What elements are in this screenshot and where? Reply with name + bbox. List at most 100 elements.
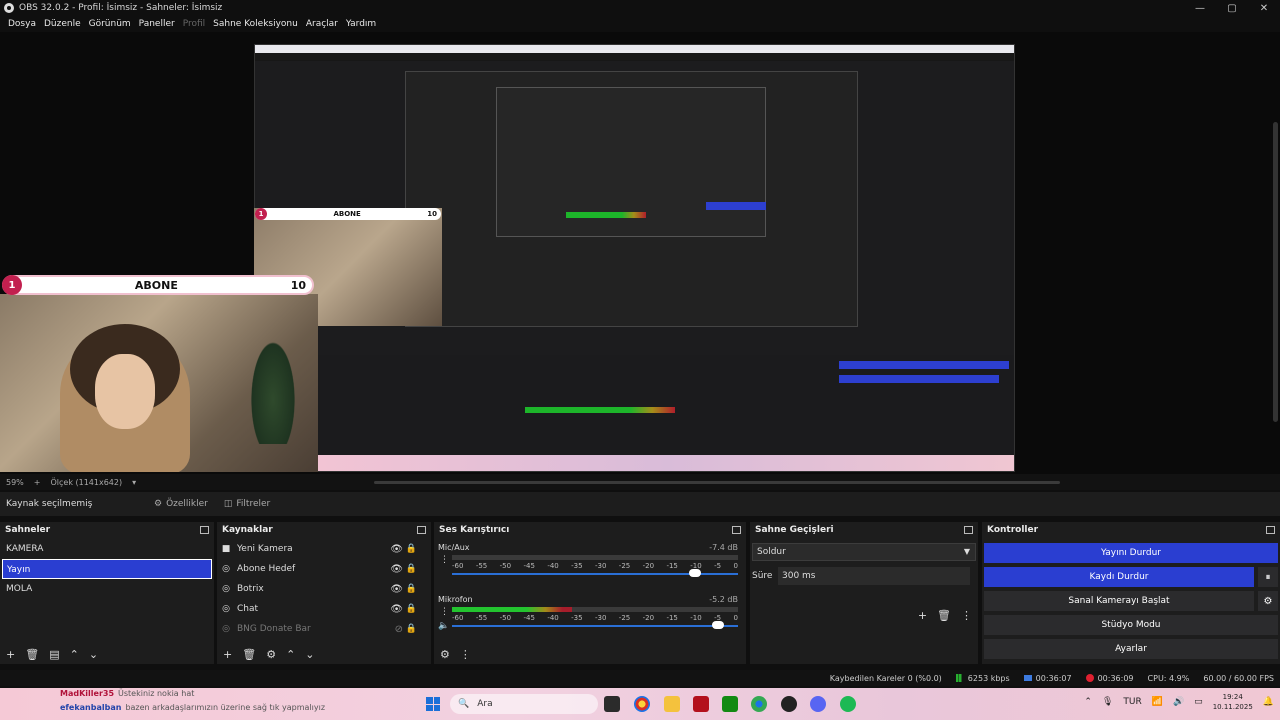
subscriber-goal-label: ABONE — [134, 278, 178, 292]
lock-icon[interactable]: 🔒 — [406, 604, 417, 614]
remove-source-icon[interactable]: 🗑 — [242, 648, 256, 661]
language-indicator[interactable]: TUR — [1123, 697, 1141, 707]
undock-icon[interactable] — [1266, 526, 1275, 534]
volume-knob[interactable] — [689, 569, 702, 577]
add-scene-icon[interactable]: + — [6, 648, 15, 661]
menu-scene-collection[interactable]: Sahne Koleksiyonu — [209, 19, 302, 29]
task-view-icon[interactable] — [604, 696, 620, 712]
visibility-eye-icon[interactable]: 👁 — [390, 584, 403, 595]
source-item-yeni-kamera[interactable]: ■ Yeni Kamera 👁 🔒 — [217, 539, 431, 559]
channel-menu-icon[interactable]: ⋮ — [440, 607, 449, 617]
obs-taskbar-icon[interactable] — [781, 696, 797, 712]
xbox-icon[interactable] — [722, 696, 738, 712]
pause-recording-icon[interactable]: ⏸ — [1258, 567, 1278, 587]
source-item-botrix[interactable]: ◎ Botrix 👁 🔒 — [217, 579, 431, 599]
start-virtual-camera-button[interactable]: Sanal Kamerayı Başlat — [984, 591, 1254, 611]
transition-menu-icon[interactable]: ⋮ — [961, 609, 972, 622]
virtual-camera-settings-icon[interactable]: ⚙ — [1258, 591, 1278, 611]
stop-stream-button[interactable]: Yayını Durdur — [984, 543, 1278, 563]
controls-title: Kontroller — [987, 525, 1039, 535]
microphone-icon[interactable]: 🎙 — [1102, 697, 1113, 707]
zoom-level[interactable]: 59% — [6, 478, 24, 487]
filters-button[interactable]: ◫ Filtreler — [216, 494, 278, 514]
source-item-bng-donate-bar[interactable]: ◎ BNG Donate Bar ⊘ 🔒 — [217, 619, 431, 639]
volume-icon[interactable]: 🔊 — [1173, 697, 1184, 707]
discord-icon[interactable] — [810, 696, 826, 712]
menu-profile[interactable]: Profil — [179, 19, 209, 29]
mixer-settings-icon[interactable]: ⚙ — [440, 648, 450, 661]
transition-select[interactable]: Soldur ▼ — [752, 543, 976, 561]
menu-view[interactable]: Görünüm — [85, 19, 135, 29]
file-explorer-icon[interactable] — [664, 696, 680, 712]
undock-icon[interactable] — [200, 526, 209, 534]
lock-icon[interactable]: 🔒 — [406, 624, 417, 634]
menu-edit[interactable]: Düzenle — [40, 19, 85, 29]
volume-slider[interactable] — [452, 569, 738, 577]
preview-canvas[interactable]: 1 ABONE 10 1 ABONE 10 — [0, 32, 1280, 474]
scene-item-kamera[interactable]: KAMERA — [0, 539, 214, 559]
remove-scene-icon[interactable]: 🗑 — [25, 648, 39, 661]
preview-vertical-scrollbar[interactable] — [1273, 122, 1278, 422]
signal-icon — [955, 674, 964, 682]
volume-knob[interactable] — [711, 621, 724, 629]
duration-label: Süre — [752, 571, 773, 581]
scale-dropdown-icon[interactable]: ▾ — [132, 478, 136, 487]
lock-icon[interactable]: 🔒 — [406, 564, 417, 574]
mixer-menu-icon[interactable]: ⋮ — [460, 648, 471, 661]
clock[interactable]: 19:24 10.11.2025 — [1213, 692, 1253, 712]
move-up-icon[interactable]: ⌃ — [70, 648, 79, 661]
preview-horizontal-scrollbar[interactable] — [374, 481, 1060, 484]
minimize-button[interactable]: — — [1184, 0, 1216, 16]
obs-logo-icon — [4, 3, 14, 13]
battery-icon[interactable]: ▭ — [1194, 697, 1203, 707]
remove-transition-icon[interactable]: 🗑 — [937, 609, 951, 622]
spotify-icon[interactable] — [840, 696, 856, 712]
visibility-eye-icon[interactable]: 👁 — [390, 564, 403, 575]
wifi-icon[interactable]: 📶 — [1152, 697, 1163, 707]
add-source-icon[interactable]: + — [223, 648, 232, 661]
channel-menu-icon[interactable]: ⋮ — [440, 555, 449, 565]
properties-button[interactable]: ⚙ Özellikler — [146, 494, 216, 514]
studio-mode-button[interactable]: Stüdyo Modu — [984, 615, 1278, 635]
chrome-icon[interactable] — [634, 696, 650, 712]
menu-tools[interactable]: Araçlar — [302, 19, 342, 29]
source-item-abone-hedef[interactable]: ◎ Abone Hedef 👁 🔒 — [217, 559, 431, 579]
undock-icon[interactable] — [964, 526, 973, 534]
notification-bell-icon[interactable]: 🔔 — [1263, 697, 1274, 707]
move-down-icon[interactable]: ⌄ — [89, 648, 98, 661]
settings-button[interactable]: Ayarlar — [984, 639, 1278, 659]
app-red-icon[interactable] — [693, 696, 709, 712]
lock-icon[interactable]: 🔒 — [406, 544, 417, 554]
close-button[interactable]: ✕ — [1248, 0, 1280, 16]
add-transition-icon[interactable]: + — [918, 609, 927, 622]
undock-icon[interactable] — [732, 526, 741, 534]
source-item-chat[interactable]: ◎ Chat 👁 🔒 — [217, 599, 431, 619]
chrome-profile-icon[interactable] — [751, 696, 767, 712]
chevron-up-icon[interactable]: ⌃ — [1084, 697, 1092, 707]
menu-help[interactable]: Yardım — [342, 19, 380, 29]
menu-docks[interactable]: Paneller — [135, 19, 179, 29]
hidden-eye-icon[interactable]: ⊘ — [395, 624, 403, 635]
windows-start-icon[interactable] — [426, 697, 440, 711]
menu-file[interactable]: Dosya — [4, 19, 40, 29]
visibility-eye-icon[interactable]: 👁 — [390, 604, 403, 615]
visibility-eye-icon[interactable]: 👁 — [390, 544, 403, 555]
source-properties-icon[interactable]: ⚙ — [266, 648, 276, 661]
speaker-icon[interactable]: 🔈 — [438, 621, 449, 631]
scale-label: Ölçek (1141x642) — [50, 477, 123, 487]
maximize-button[interactable]: ▢ — [1216, 0, 1248, 16]
lock-icon[interactable]: 🔒 — [406, 584, 417, 594]
zoom-in-icon[interactable]: + — [34, 478, 41, 487]
stop-recording-button[interactable]: Kaydı Durdur — [984, 567, 1254, 587]
meter-tick-label: -55 — [475, 614, 488, 622]
scene-item-yayin[interactable]: Yayın — [2, 559, 212, 579]
scene-filters-icon[interactable]: ▤ — [49, 648, 59, 661]
move-down-icon[interactable]: ⌄ — [305, 648, 314, 661]
taskbar-search[interactable]: 🔍 Ara — [450, 694, 598, 714]
duration-input[interactable]: 300 ms — [778, 567, 970, 585]
volume-slider[interactable] — [452, 621, 738, 629]
move-up-icon[interactable]: ⌃ — [286, 648, 295, 661]
undock-icon[interactable] — [417, 526, 426, 534]
meter-tick-label: -45 — [523, 614, 535, 622]
scene-item-mola[interactable]: MOLA — [0, 579, 214, 599]
